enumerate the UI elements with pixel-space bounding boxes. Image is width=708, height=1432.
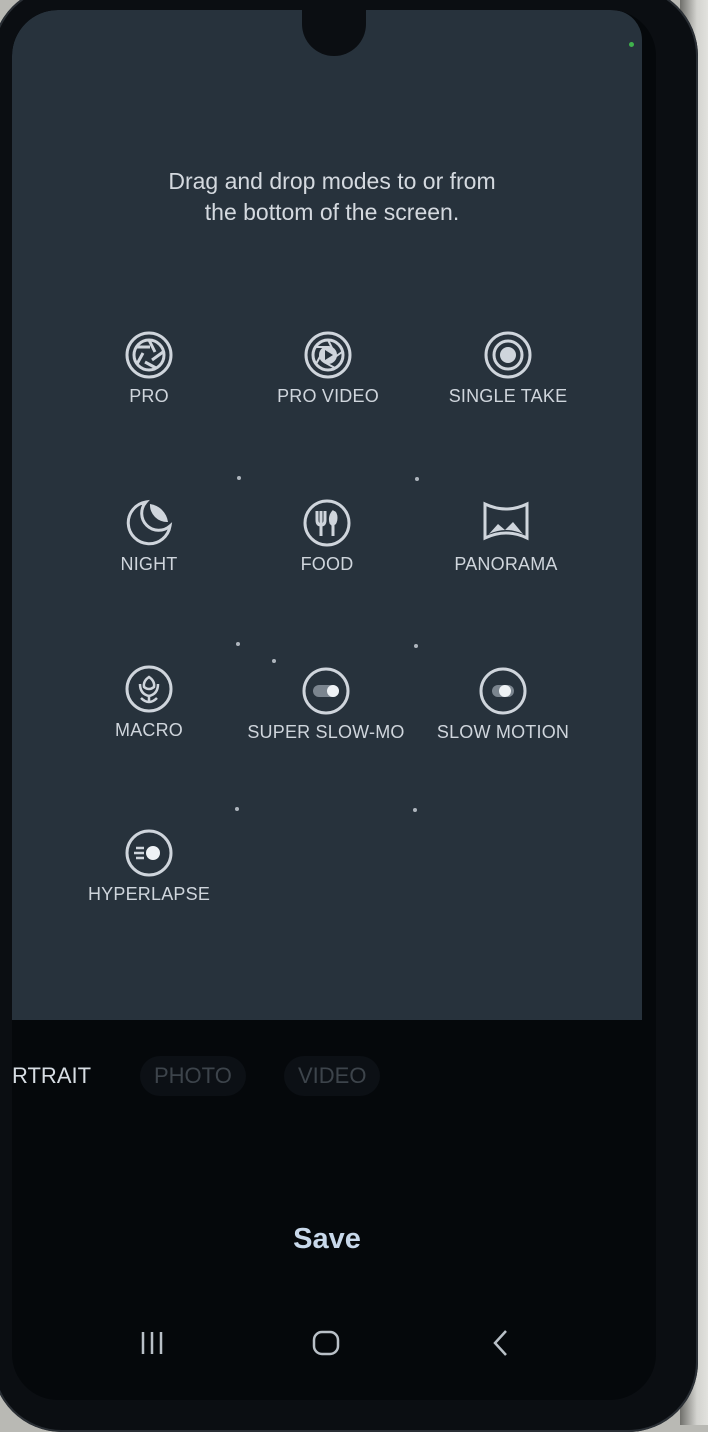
recents-icon: [141, 1332, 163, 1354]
single-take-icon: [484, 331, 532, 379]
home-icon: [312, 1330, 340, 1356]
aperture-icon: [125, 331, 173, 379]
mode-label: NIGHT: [120, 554, 178, 574]
bottom-mode-photo[interactable]: PHOTO: [140, 1056, 246, 1096]
back-icon: [493, 1330, 507, 1356]
hyperlapse-icon: [125, 829, 173, 877]
bottom-mode-video[interactable]: VIDEO: [284, 1056, 381, 1096]
phone-screen: Drag and drop modes to or from the botto…: [12, 10, 656, 1400]
recents-button[interactable]: [122, 1328, 182, 1378]
mode-label: SINGLE TAKE: [448, 386, 568, 406]
pro-video-icon: [304, 331, 352, 379]
grid-dot: [237, 476, 241, 480]
mode-label: HYPERLAPSE: [87, 884, 211, 904]
mode-hyperlapse[interactable]: HYPERLAPSE: [64, 828, 234, 905]
grid-dot: [413, 808, 417, 812]
mode-label: SUPER SLOW-MO: [247, 722, 405, 742]
mode-label: PANORAMA: [454, 554, 558, 574]
back-button[interactable]: [472, 1328, 532, 1378]
mode-super-slow-mo[interactable]: SUPER SLOW-MO: [241, 666, 411, 743]
moon-icon: [126, 499, 173, 546]
mode-label: SLOW MOTION: [436, 722, 570, 742]
mode-pro-video[interactable]: PRO VIDEO: [243, 330, 413, 407]
mode-food[interactable]: FOOD: [242, 498, 412, 575]
grid-dot: [235, 807, 239, 811]
mode-slow-motion[interactable]: SLOW MOTION: [418, 666, 588, 743]
mode-label: MACRO: [115, 720, 183, 740]
grid-dot: [236, 642, 240, 646]
phone-frame: Drag and drop modes to or from the botto…: [0, 0, 698, 1432]
grid-dot: [414, 644, 418, 648]
home-button[interactable]: [296, 1328, 356, 1378]
mode-label: FOOD: [300, 554, 354, 574]
mode-panorama[interactable]: PANORAMA: [421, 498, 591, 575]
slow-motion-icon: [479, 667, 527, 715]
instruction-line-1: Drag and drop modes to or from: [168, 168, 496, 194]
mode-night[interactable]: NIGHT: [64, 498, 234, 575]
instruction-text: Drag and drop modes to or from the botto…: [132, 166, 532, 228]
grid-dot: [272, 659, 276, 663]
instruction-line-2: the bottom of the screen.: [204, 199, 460, 225]
mode-label: PRO VIDEO: [277, 386, 379, 406]
super-slow-mo-icon: [302, 667, 350, 715]
mode-pro[interactable]: PRO: [64, 330, 234, 407]
mode-macro[interactable]: MACRO: [64, 664, 234, 741]
food-icon: [303, 499, 351, 547]
mode-label: PRO: [129, 386, 169, 406]
grid-dot: [415, 477, 419, 481]
flower-icon: [125, 665, 173, 713]
mode-single-take[interactable]: SINGLE TAKE: [423, 330, 593, 407]
panorama-icon: [483, 501, 529, 541]
bottom-mode-portrait[interactable]: RTRAIT: [12, 1056, 105, 1096]
save-button[interactable]: Save: [262, 1215, 392, 1263]
privacy-indicator-dot: [629, 42, 634, 47]
